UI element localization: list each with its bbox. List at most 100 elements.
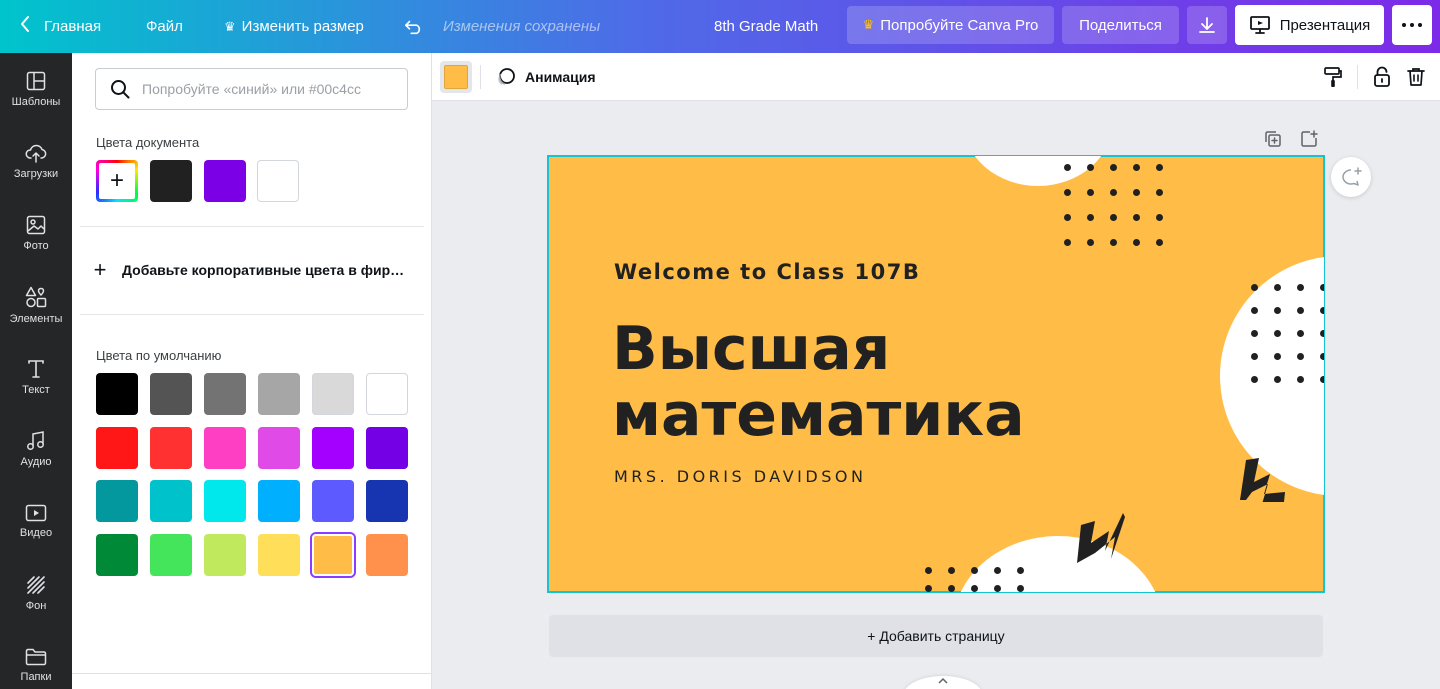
rail-item-photos[interactable]: Фото <box>0 197 72 269</box>
elements-icon <box>25 286 47 307</box>
download-icon <box>1199 17 1215 33</box>
slide-teacher-name[interactable]: MRS. DORIS DAVIDSON <box>614 467 866 486</box>
default-color-swatch[interactable] <box>203 426 246 469</box>
animation-button[interactable]: Анимация <box>496 53 596 101</box>
decor-dot <box>1251 284 1258 291</box>
default-color-swatch[interactable] <box>96 373 138 415</box>
present-button[interactable]: Презентация <box>1235 5 1384 45</box>
add-page-icon-button[interactable] <box>1298 128 1320 150</box>
default-color-swatch[interactable] <box>365 480 408 522</box>
more-dots-icon <box>1402 23 1422 27</box>
slide-title[interactable]: Высшая математика <box>612 316 1025 448</box>
folder-icon <box>25 648 47 665</box>
slide-welcome-text[interactable]: Welcome to Class 107B <box>614 260 920 284</box>
comment-add-icon <box>1342 167 1362 186</box>
undo-button[interactable] <box>404 0 424 53</box>
file-menu[interactable]: Файл <box>146 0 183 53</box>
default-color-swatch[interactable] <box>365 426 408 469</box>
rail-item-background[interactable]: Фон <box>0 557 72 629</box>
add-page-button[interactable]: + Добавить страницу <box>549 615 1323 657</box>
document-color-swatch[interactable] <box>257 160 299 202</box>
default-color-swatch[interactable] <box>257 373 300 415</box>
decor-dot <box>925 567 932 574</box>
document-color-swatch[interactable] <box>203 160 246 202</box>
default-color-swatch[interactable] <box>257 533 300 576</box>
default-color-swatch[interactable] <box>203 373 246 415</box>
background-color-button[interactable] <box>440 61 472 93</box>
decor-dot <box>1320 376 1324 383</box>
decor-dot <box>1297 330 1304 337</box>
plus-icon: + <box>93 257 107 282</box>
rail-item-video[interactable]: Видео <box>0 485 72 557</box>
share-button[interactable]: Поделиться <box>1062 6 1179 44</box>
decor-dot <box>1133 239 1140 246</box>
undo-icon <box>405 20 421 34</box>
present-label: Презентация <box>1279 16 1371 34</box>
document-color-swatch[interactable] <box>150 160 192 202</box>
presentation-icon <box>1249 16 1270 34</box>
resize-button[interactable]: ♛ Изменить размер <box>224 0 364 53</box>
show-pages-toggle[interactable] <box>903 676 983 689</box>
color-search[interactable] <box>95 68 408 110</box>
rail-label: Элементы <box>9 312 63 325</box>
divider <box>80 314 424 315</box>
default-color-swatch[interactable] <box>96 533 138 576</box>
default-color-swatch[interactable] <box>311 426 354 469</box>
color-search-input[interactable] <box>142 81 382 97</box>
add-brand-colors-button[interactable]: + Добавьте корпоративные цвета в фир… <box>90 257 410 283</box>
rail-item-folders[interactable]: Папки <box>0 629 72 689</box>
home-button[interactable]: Главная <box>20 0 101 53</box>
default-color-swatch[interactable] <box>96 426 138 469</box>
rail-label: Аудио <box>20 455 52 468</box>
delete-button[interactable] <box>1404 65 1428 89</box>
crown-icon: ♛ <box>224 18 236 34</box>
add-color-button[interactable]: + <box>96 160 138 202</box>
default-color-swatch[interactable] <box>149 373 192 415</box>
default-color-swatch[interactable] <box>149 426 192 469</box>
default-color-swatch[interactable] <box>257 480 300 522</box>
default-color-swatch[interactable] <box>96 480 138 522</box>
decor-dot <box>925 585 932 592</box>
rail-item-text[interactable]: Текст <box>0 341 72 413</box>
paint-roller-icon <box>1324 67 1342 87</box>
document-title[interactable]: 8th Grade Math <box>714 0 818 53</box>
decor-dot <box>1087 239 1094 246</box>
rail-label: Фон <box>25 599 47 612</box>
default-color-swatch[interactable] <box>311 480 354 522</box>
home-label: Главная <box>44 18 102 35</box>
default-color-swatch[interactable] <box>149 480 192 522</box>
animation-icon <box>498 68 515 86</box>
rail-item-audio[interactable]: Аудио <box>0 413 72 485</box>
default-color-swatch[interactable] <box>365 373 408 415</box>
default-color-swatch[interactable] <box>257 426 300 469</box>
add-comment-button[interactable] <box>1331 157 1371 197</box>
default-color-swatch[interactable] <box>203 533 246 576</box>
default-color-swatch[interactable] <box>311 373 354 415</box>
default-color-swatch[interactable] <box>365 533 408 576</box>
more-button[interactable] <box>1392 5 1432 45</box>
decor-dot <box>1251 330 1258 337</box>
rail-item-templates[interactable]: Шаблоны <box>0 53 72 125</box>
decor-dot <box>1087 164 1094 171</box>
decor-dot <box>1274 353 1281 360</box>
animation-label: Анимация <box>525 69 596 85</box>
duplicate-page-button[interactable] <box>1262 128 1284 150</box>
lock-button[interactable] <box>1370 65 1394 89</box>
download-button[interactable] <box>1187 6 1227 44</box>
decor-dot <box>1110 189 1117 196</box>
decor-dot <box>1133 214 1140 221</box>
default-color-swatch[interactable] <box>149 533 192 576</box>
decor-dot <box>994 567 1001 574</box>
decor-dot <box>1297 284 1304 291</box>
default-color-swatch[interactable] <box>203 480 246 522</box>
decor-dot <box>1064 239 1071 246</box>
editor-toolbar: Анимация <box>432 53 1440 101</box>
default-color-swatch[interactable] <box>311 533 354 576</box>
rail-item-uploads[interactable]: Загрузки <box>0 125 72 197</box>
slide-canvas[interactable]: Welcome to Class 107B Высшая математика … <box>547 155 1325 593</box>
add-brand-colors-label: Добавьте корпоративные цвета в фир… <box>122 262 405 278</box>
try-pro-button[interactable]: ♛ Попробуйте Canva Pro <box>847 6 1054 44</box>
copy-style-button[interactable] <box>1321 65 1345 89</box>
try-pro-label: Попробуйте Canva Pro <box>880 16 1039 34</box>
rail-item-elements[interactable]: Элементы <box>0 269 72 341</box>
